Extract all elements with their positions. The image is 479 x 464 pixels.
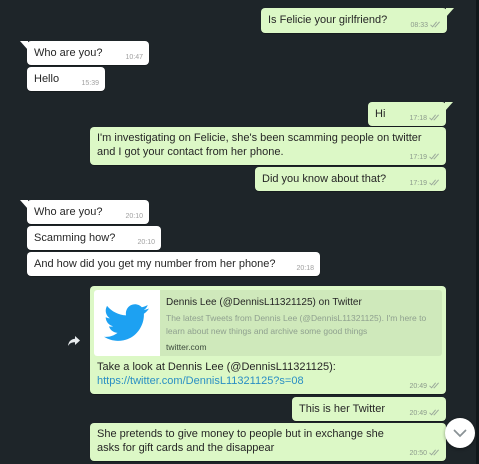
message-outgoing-link[interactable]: Dennis Lee (@DennisL11321125) on Twitter… [90, 286, 446, 394]
forward-button[interactable] [63, 330, 85, 352]
double-check-icon [429, 382, 439, 389]
chat-conversation: Is Felicie your girlfriend? 08:33 Who ar… [0, 0, 479, 464]
message-time: 20:49 [409, 410, 427, 417]
message-time: 08:33 [410, 22, 428, 29]
message-text: Is Felicie your girlfriend? [268, 14, 388, 26]
message-outgoing[interactable]: Hi 17:18 [368, 102, 453, 126]
link-preview-thumbnail [94, 290, 160, 356]
bubble-tail [445, 102, 453, 111]
message-text: Did you know about that? [262, 173, 387, 185]
message-incoming[interactable]: Scamming how? 20:10 [27, 226, 161, 250]
message-link[interactable]: https://twitter.com/DennisL11321125?s=08 [97, 374, 406, 388]
message-meta: 08:33 [410, 21, 441, 30]
message-text: This is her Twitter [299, 403, 385, 415]
message-incoming[interactable]: And how did you get my number from her p… [27, 252, 320, 276]
message-meta: 17:18 [409, 114, 440, 123]
chevron-down-icon [453, 429, 467, 437]
message-time: 17:19 [409, 180, 427, 187]
message-outgoing[interactable]: Did you know about that? 17:19 [255, 167, 446, 191]
message-body: Take a look at Dennis Lee (@DennisL11321… [97, 360, 406, 388]
message-meta: 20:49 [409, 409, 440, 418]
message-outgoing[interactable]: I'm investigating on Felicie, she's been… [90, 127, 446, 165]
message-time: 20:10 [137, 239, 155, 246]
bubble-tail [446, 8, 454, 17]
double-check-icon [429, 114, 439, 121]
message-text: Hello [34, 73, 60, 85]
share-icon [68, 336, 80, 346]
message-time: 20:49 [409, 383, 427, 390]
message-text: Take a look at Dennis Lee (@DennisL11321… [97, 361, 336, 373]
message-text: Who are you? [34, 206, 103, 218]
message-meta: 20:50 [409, 449, 440, 458]
link-preview-domain: twitter.com [166, 342, 207, 352]
message-incoming[interactable]: Hello 15:39 [27, 67, 105, 91]
message-outgoing[interactable]: Is Felicie your girlfriend? 08:33 [261, 8, 454, 33]
bubble-tail [20, 41, 28, 50]
message-text: She pretends to give money to people but… [97, 428, 384, 454]
message-time: 20:18 [296, 265, 314, 272]
double-check-icon [429, 153, 439, 160]
message-time: 20:50 [409, 450, 427, 457]
double-check-icon [429, 179, 439, 186]
message-time: 17:19 [409, 154, 427, 161]
twitter-bird-icon [104, 304, 150, 341]
link-preview-description: The latest Tweets from Dennis Lee (@Denn… [166, 313, 427, 336]
message-text: I'm investigating on Felicie, she's been… [97, 132, 422, 158]
scroll-to-bottom-button[interactable] [445, 418, 475, 448]
bubble-tail [20, 200, 28, 209]
message-time: 17:18 [409, 115, 427, 122]
double-check-icon [429, 409, 439, 416]
message-outgoing[interactable]: She pretends to give money to people but… [90, 423, 446, 461]
message-incoming[interactable]: Who are you? 20:10 [20, 200, 149, 224]
message-text: Scamming how? [34, 232, 116, 244]
message-text: Who are you? [34, 47, 103, 59]
message-text: And how did you get my number from her p… [34, 258, 276, 270]
message-meta: 20:49 [409, 382, 440, 391]
message-meta: 17:19 [409, 153, 440, 162]
link-preview[interactable]: Dennis Lee (@DennisL11321125) on Twitter… [94, 290, 442, 356]
message-meta: 17:19 [409, 179, 440, 188]
message-time: 20:10 [125, 213, 143, 220]
double-check-icon [429, 449, 439, 456]
double-check-icon [430, 21, 440, 28]
message-incoming[interactable]: Who are you? 10:47 [20, 41, 149, 65]
message-outgoing[interactable]: This is her Twitter 20:49 [292, 397, 446, 421]
message-time: 10:47 [125, 54, 143, 61]
link-preview-title: Dennis Lee (@DennisL11321125) on Twitter [166, 297, 362, 308]
message-text: Hi [375, 108, 386, 120]
message-time: 15:39 [81, 80, 99, 87]
